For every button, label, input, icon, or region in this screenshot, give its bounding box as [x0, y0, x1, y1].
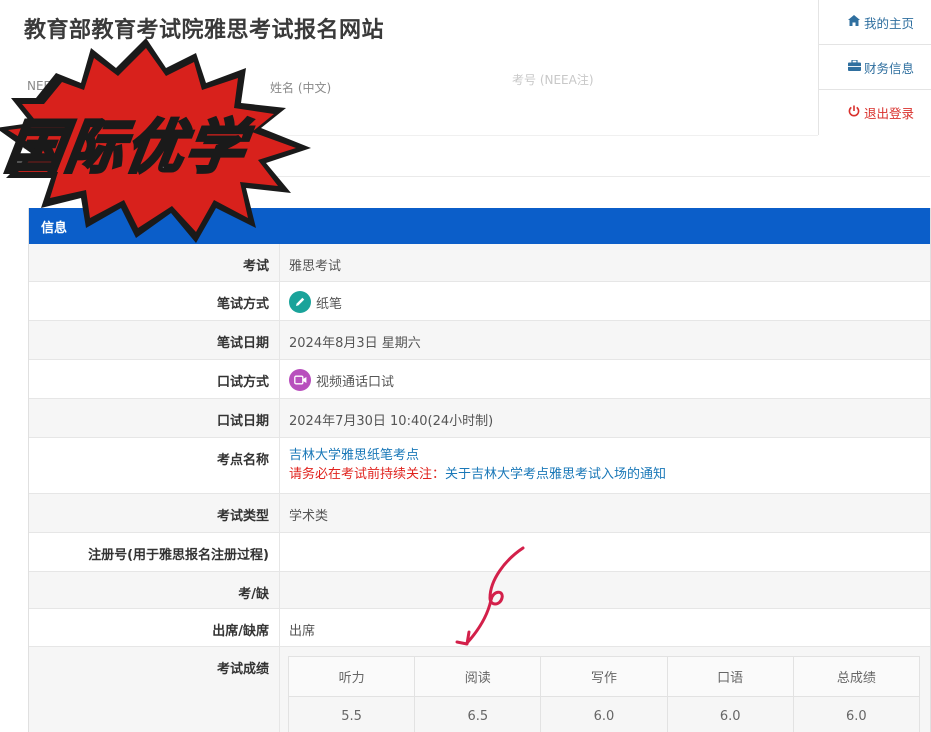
table-row: 笔试日期 2024年8月3日 星期六	[29, 321, 930, 360]
venue-link[interactable]: 吉林大学雅思纸笔考点	[289, 446, 930, 465]
score-value-row: 5.5 6.5 6.0 6.0 6.0	[287, 696, 921, 732]
row-value: 纸笔	[280, 282, 930, 320]
row-label: 考/缺	[29, 572, 280, 608]
row-value: 视频通话口试	[280, 360, 930, 398]
table-row: 考试类型 学术类	[29, 494, 930, 533]
written-mode-value: 纸笔	[316, 297, 343, 312]
table-row: 口试方式 视频通话口试	[29, 360, 930, 399]
row-label: 考试	[29, 244, 280, 281]
score-header: 口语	[666, 656, 794, 697]
nav-home[interactable]: 我的主页	[819, 0, 931, 45]
row-value: 2024年8月3日 星期六	[289, 336, 421, 351]
score-header-row: 听力 阅读 写作 口语 总成绩	[287, 656, 921, 697]
score-value: 6.0	[540, 696, 668, 732]
faded-label: 考号 (NEEA注)	[512, 73, 594, 87]
video-icon	[289, 369, 311, 391]
oral-mode-value: 视频通话口试	[316, 375, 395, 390]
score-table: 听力 阅读 写作 口语 总成绩 5.5 6.5 6.0 6.0 6.0	[287, 656, 921, 732]
score-header: 听力	[287, 656, 416, 697]
table-row: 笔试方式 纸笔	[29, 282, 930, 321]
nav-finance[interactable]: 财务信息	[819, 45, 931, 90]
row-value: 雅思考试	[289, 259, 342, 274]
nav-finance-label: 财务信息	[864, 60, 915, 76]
nav-logout[interactable]: 退出登录	[819, 90, 931, 134]
row-value: 出席	[289, 624, 316, 639]
score-value: 6.0	[666, 696, 794, 732]
score-value: 6.0	[792, 696, 921, 732]
row-value	[280, 572, 930, 608]
row-value: 2024年7月30日 10:40(24小时制)	[289, 414, 494, 429]
home-icon	[847, 15, 861, 29]
notice-link[interactable]: 关于吉林大学考点雅思考试入场的通知	[445, 467, 666, 482]
nav-logout-label: 退出登录	[864, 105, 915, 121]
pencil-icon	[289, 291, 311, 313]
table-row: 考试 雅思考试	[29, 244, 930, 282]
row-label: 考点名称	[29, 438, 280, 493]
notice-prefix: 请务必在考试前持续关注：	[289, 467, 446, 482]
row-value: 听力 阅读 写作 口语 总成绩 5.5 6.5 6.0 6.0 6.0	[280, 647, 930, 732]
score-value: 6.5	[414, 696, 542, 732]
row-label: 考试成绩	[29, 647, 280, 732]
row-label: 笔试方式	[29, 282, 280, 320]
score-header: 写作	[540, 656, 668, 697]
row-value: 吉林大学雅思纸笔考点 请务必在考试前持续关注：关于吉林大学考点雅思考试入场的通知	[280, 438, 930, 493]
score-header: 阅读	[414, 656, 542, 697]
row-value	[280, 533, 930, 571]
score-value: 5.5	[287, 696, 416, 732]
power-icon	[847, 105, 861, 120]
red-arrow-annotation	[455, 546, 525, 646]
row-label: 考试类型	[29, 494, 280, 532]
briefcase-icon	[847, 59, 861, 74]
table-row: 口试日期 2024年7月30日 10:40(24小时制)	[29, 399, 930, 438]
row-label: 出席/缺席	[29, 609, 280, 646]
row-label: 口试方式	[29, 360, 280, 398]
row-value: 学术类	[289, 509, 329, 524]
nav-home-label: 我的主页	[864, 15, 915, 31]
row-label: 笔试日期	[29, 321, 280, 359]
row-label: 注册号(用于雅思报名注册过程)	[29, 533, 280, 571]
watermark-text: 国际优学	[0, 112, 252, 183]
score-header: 总成绩	[792, 656, 921, 697]
row-label: 口试日期	[29, 399, 280, 437]
right-nav: 我的主页 财务信息 退出登录	[818, 0, 931, 135]
table-row: 考点名称 吉林大学雅思纸笔考点 请务必在考试前持续关注：关于吉林大学考点雅思考试…	[29, 438, 930, 494]
